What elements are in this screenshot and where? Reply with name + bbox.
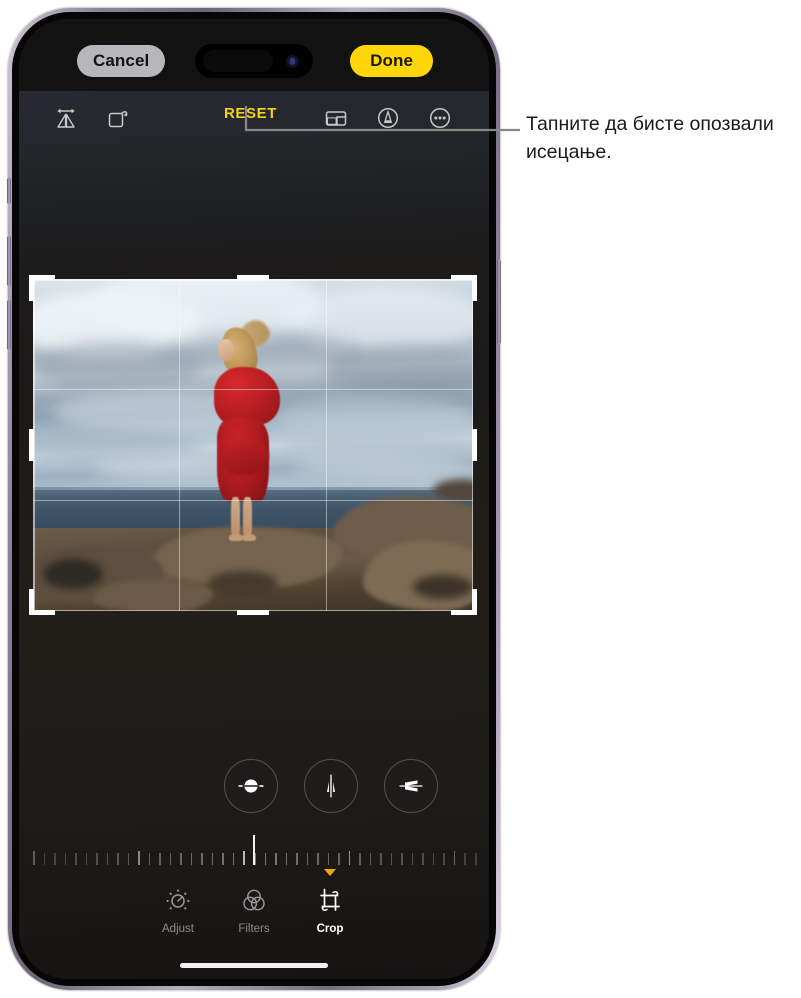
iphone-device-frame: Cancel Done RESET Adjust Filters Crop — [7, 8, 501, 990]
slider-tick — [432, 853, 435, 865]
slider-tick — [54, 853, 56, 865]
reset-button[interactable]: RESET — [224, 105, 277, 122]
photo-preview — [33, 279, 473, 611]
slider-tick — [190, 853, 193, 865]
markup-pen-icon[interactable] — [371, 101, 405, 135]
slider-tick — [264, 853, 267, 865]
editor-tool-bar: RESET — [19, 101, 489, 135]
slider-tick — [306, 853, 309, 865]
straighten-icon[interactable] — [224, 759, 278, 813]
slider-tick — [464, 853, 466, 865]
slider-tick — [117, 853, 119, 865]
slider-tick — [211, 853, 214, 865]
slider-tick — [243, 851, 245, 865]
volume-up-button[interactable] — [7, 236, 11, 286]
slider-tick — [327, 853, 330, 865]
volume-down-button[interactable] — [7, 300, 11, 350]
slider-tick — [338, 853, 340, 865]
slider-tick — [296, 853, 298, 865]
tab-label: Filters — [238, 923, 270, 935]
aspect-ratio-icon[interactable] — [319, 101, 353, 135]
home-indicator[interactable] — [180, 963, 328, 968]
device-screen: Cancel Done RESET Adjust Filters Crop — [19, 19, 489, 979]
slider-tick — [411, 853, 414, 865]
tab-crop[interactable]: Crop — [292, 869, 368, 935]
photo-subject-leg-left — [231, 497, 240, 537]
slider-tick — [201, 853, 203, 865]
slider-tick — [43, 853, 46, 865]
slider-tick — [348, 851, 351, 865]
flip-horizontal-icon[interactable] — [49, 101, 83, 135]
slider-tick — [232, 853, 235, 865]
slider-tick — [422, 853, 424, 865]
rotate-icon[interactable] — [101, 101, 135, 135]
slider-tick — [138, 851, 140, 865]
callout-text: Тапните да бисте опозвали исецање. — [526, 113, 774, 163]
slider-tick — [85, 853, 88, 865]
slider-tick — [475, 853, 477, 865]
crop-editor-area[interactable] — [29, 275, 477, 615]
slider-tick — [180, 853, 182, 865]
cancel-button[interactable]: Cancel — [77, 45, 166, 77]
more-ellipsis-icon[interactable] — [423, 101, 457, 135]
slider-tick — [159, 853, 161, 865]
perspective-controls — [19, 759, 489, 815]
slider-tick — [275, 853, 277, 865]
slider-tick — [169, 853, 172, 865]
slider-tick — [64, 853, 67, 865]
slider-indicator[interactable] — [253, 835, 255, 865]
filters-circles-icon — [239, 881, 269, 921]
slider-tick — [401, 853, 403, 865]
slider-tick — [148, 853, 151, 865]
done-button[interactable]: Done — [350, 45, 433, 77]
slider-tick — [127, 853, 130, 865]
slider-tick — [380, 853, 382, 865]
slider-tick — [75, 853, 77, 865]
slider-tick — [369, 853, 372, 865]
slider-tick — [453, 851, 456, 865]
tab-label: Adjust — [162, 923, 194, 935]
photo-subject-foot-right — [242, 534, 256, 541]
vertical-perspective-icon[interactable] — [304, 759, 358, 813]
slider-tick — [443, 853, 445, 865]
tab-adjust[interactable]: Adjust — [140, 881, 216, 935]
active-tab-indicator — [324, 869, 336, 876]
slider-tick — [359, 853, 361, 865]
slider-tick — [390, 853, 393, 865]
editor-tab-bar: Adjust Filters Crop — [19, 869, 489, 957]
editor-nav-bar: Cancel Done — [19, 45, 489, 79]
slider-tick — [317, 853, 319, 865]
photo-subject-foot-left — [229, 534, 243, 541]
slider-tick — [285, 853, 288, 865]
tab-label: Crop — [316, 923, 344, 935]
slider-tick — [96, 853, 98, 865]
tab-filters[interactable]: Filters — [216, 881, 292, 935]
photo-subject-face — [218, 339, 234, 361]
horizontal-perspective-icon[interactable] — [384, 759, 438, 813]
slider-tick — [106, 853, 109, 865]
crop-rotate-icon — [315, 881, 345, 921]
silent-switch[interactable] — [7, 178, 11, 204]
angle-slider[interactable] — [33, 831, 477, 871]
photo-subject-leg-right — [243, 497, 252, 537]
power-button[interactable] — [497, 260, 501, 344]
slider-tick — [222, 853, 224, 865]
adjust-dial-icon — [163, 881, 193, 921]
slider-tick — [33, 851, 35, 865]
